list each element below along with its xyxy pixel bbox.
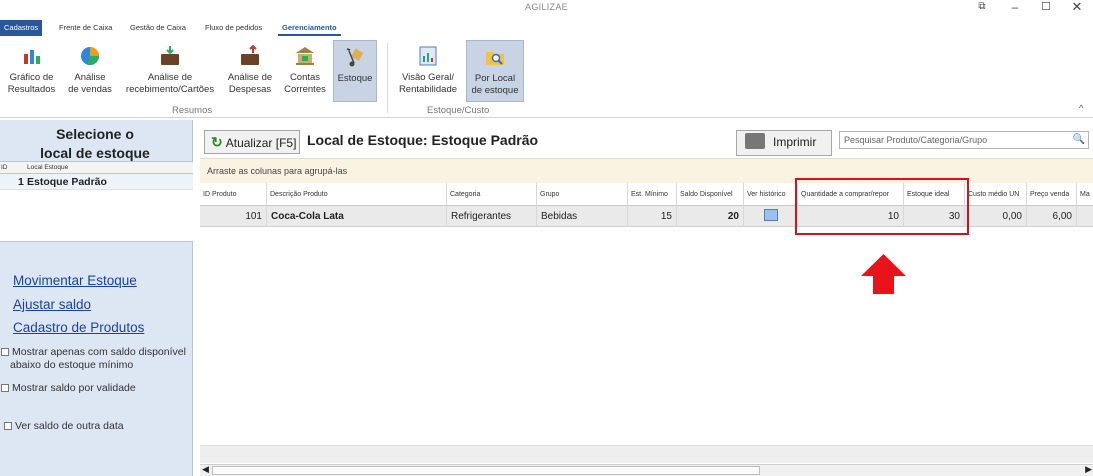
- collapse-ribbon-icon[interactable]: ^: [1079, 103, 1083, 113]
- tab-cadastros[interactable]: Cadastros: [0, 20, 43, 36]
- toolbar: ↻ Atualizar [F5] Local de Estoque: Estoqu…: [200, 128, 1093, 156]
- column-preco-venda[interactable]: Preço venda: [1027, 183, 1077, 206]
- table-row[interactable]: 1 Estoque Padrão: [0, 174, 193, 190]
- por-local-estoque-button[interactable]: Por Local de estoque: [466, 40, 524, 102]
- analise-despesas-button[interactable]: Análise de Despesas: [224, 40, 276, 102]
- ajustar-saldo-link[interactable]: Ajustar saldo: [13, 297, 91, 312]
- contas-correntes-button[interactable]: Contas Correntes: [280, 40, 330, 102]
- group-label-estoque-custo: Estoque/Custo: [427, 105, 490, 116]
- column-ver-historico[interactable]: Ver histórico: [744, 183, 798, 206]
- checkbox[interactable]: [4, 422, 12, 430]
- tab-gestao-de-caixa[interactable]: Gestão de Caixa: [126, 20, 190, 36]
- grafico-resultados-button[interactable]: Gráfico de Resultados: [4, 40, 59, 102]
- maximize-button[interactable]: ☐: [1031, 0, 1061, 16]
- refresh-icon: ↻: [211, 134, 223, 150]
- column-ma[interactable]: Ma: [1077, 183, 1093, 206]
- wallet-in-icon: [161, 46, 179, 65]
- highlight-box: [795, 178, 969, 235]
- column-local-estoque[interactable]: Local Estoque: [27, 164, 68, 171]
- folder-search-icon: [486, 52, 504, 65]
- restore-icon[interactable]: ⧉: [967, 0, 997, 16]
- check-saldo-validade[interactable]: Mostrar saldo por validade: [1, 382, 136, 395]
- report-icon: [419, 46, 437, 66]
- print-button[interactable]: Imprimir: [736, 130, 832, 156]
- movimentar-estoque-link[interactable]: Movimentar Estoque: [13, 273, 137, 288]
- main-content: ↻ Atualizar [F5] Local de Estoque: Estoqu…: [200, 120, 1093, 476]
- stock-location-grid: ID Local Estoque 1 Estoque Padrão: [0, 161, 193, 242]
- grid-footer: [200, 445, 1093, 463]
- tab-fluxo-de-pedidos[interactable]: Fluxo de pedidos: [201, 20, 266, 36]
- minimize-button[interactable]: –: [1000, 0, 1030, 16]
- estoque-button[interactable]: Estoque: [333, 40, 377, 102]
- column-est-minimo[interactable]: Est. Mínimo: [628, 183, 677, 206]
- scroll-left-icon[interactable]: ◀: [202, 464, 209, 475]
- analise-vendas-button[interactable]: Análise de vendas: [64, 40, 116, 102]
- checkbox[interactable]: [1, 384, 9, 392]
- printer-icon: [745, 133, 765, 149]
- column-custo-medio[interactable]: Custo médio UN: [965, 183, 1027, 206]
- checkbox[interactable]: [1, 348, 9, 356]
- check-outra-data[interactable]: Ver saldo de outra data: [4, 420, 124, 433]
- left-panel: Selecione o local de estoque ID Local Es…: [0, 120, 193, 476]
- column-id-produto[interactable]: ID Produto: [200, 183, 267, 206]
- column-descricao[interactable]: Descrição Produto: [267, 183, 447, 206]
- history-button[interactable]: [744, 206, 798, 227]
- bank-icon: [296, 47, 314, 65]
- visao-geral-button[interactable]: Visão Geral/ Rentabilidade: [396, 40, 460, 102]
- tab-frente-de-caixa[interactable]: Frente de Caixa: [55, 20, 116, 36]
- pie-chart-icon: [81, 47, 100, 66]
- left-panel-title: Selecione o local de estoque: [40, 126, 150, 161]
- scroll-thumb[interactable]: [212, 466, 760, 475]
- scroll-right-icon[interactable]: ▶: [1085, 464, 1092, 475]
- wallet-out-icon: [241, 45, 259, 65]
- dolly-box-icon: [346, 48, 364, 67]
- column-id[interactable]: ID: [1, 164, 8, 171]
- search-icon[interactable]: 🔍: [1073, 132, 1085, 148]
- title-bar: AGILIZAE ⧉ – ☐ ✕: [0, 0, 1093, 17]
- analise-recebimento-button[interactable]: Análise de recebimento/Cartões: [120, 40, 220, 102]
- horizontal-scrollbar[interactable]: ◀ ▶: [200, 464, 1093, 476]
- column-categoria[interactable]: Categoria: [447, 183, 537, 206]
- group-label-resumos: Resumos: [172, 105, 213, 116]
- bar-chart-icon: [23, 50, 40, 64]
- cadastro-produtos-link[interactable]: Cadastro de Produtos: [13, 320, 144, 335]
- column-saldo-disponivel[interactable]: Saldo Disponível: [677, 183, 744, 206]
- ribbon: Gráfico de Resultados Análise de vendas …: [0, 37, 1093, 118]
- group-divider: [387, 43, 388, 113]
- close-button[interactable]: ✕: [1062, 0, 1092, 16]
- window-title: AGILIZAE: [525, 2, 568, 12]
- check-saldo-minimo[interactable]: Mostrar apenas com saldo disponível abai…: [1, 346, 186, 372]
- refresh-button[interactable]: ↻ Atualizar [F5]: [204, 130, 300, 154]
- ribbon-tabs: Cadastros Frente de Caixa Gestão de Caix…: [0, 20, 1093, 36]
- tab-gerenciamento[interactable]: Gerenciamento: [278, 20, 341, 36]
- page-title: Local de Estoque: Estoque Padrão: [307, 132, 539, 148]
- grid-header: ID Local Estoque: [0, 162, 193, 174]
- annotation-arrow-icon: [861, 254, 906, 294]
- history-icon: [763, 209, 778, 221]
- column-grupo[interactable]: Grupo: [537, 183, 628, 206]
- search-input[interactable]: Pesquisar Produto/Categoria/Grupo 🔍: [839, 131, 1089, 149]
